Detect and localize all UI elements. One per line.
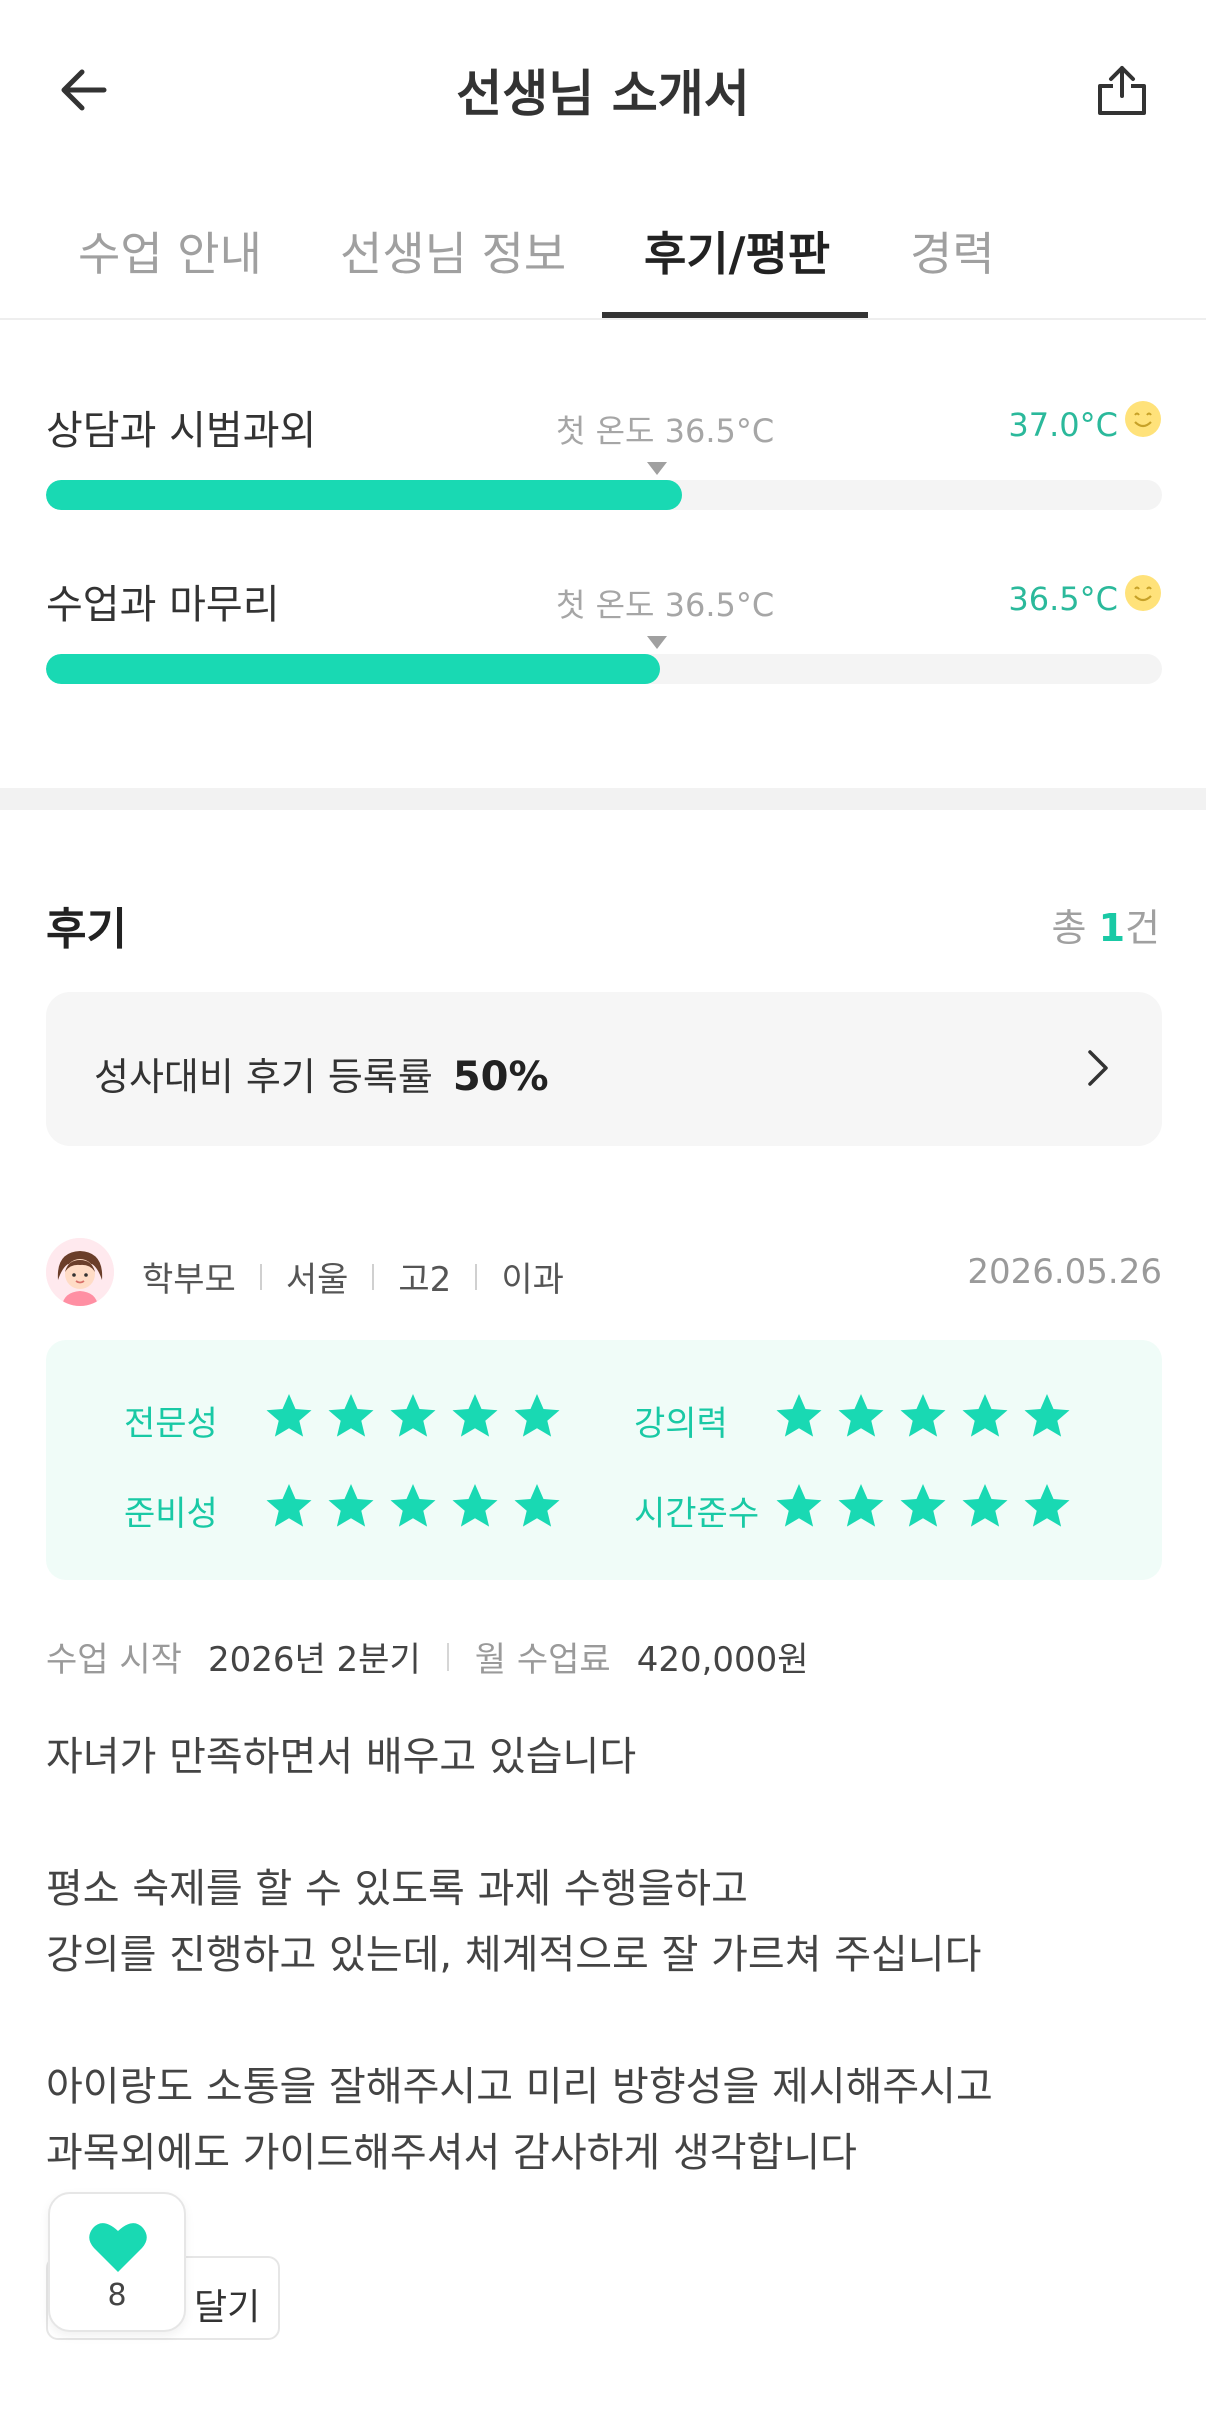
fee-label: 월 수업료 [474, 1640, 611, 1680]
comment-label: 달기 [194, 2287, 261, 2328]
rating-category: 시간준수 [634, 1494, 760, 1534]
review-date: 2026.05.26 [967, 1252, 1162, 1292]
student-track: 이과 [501, 1260, 564, 1300]
start-label: 수업 시작 [46, 1640, 182, 1680]
star-icon [838, 1484, 884, 1527]
divider [446, 1642, 449, 1671]
reviews-total-count: 총 1건 [1052, 897, 1160, 952]
star-icon [390, 1394, 436, 1437]
student-grade: 고2 [398, 1260, 452, 1300]
star-icon [266, 1394, 312, 1437]
like-button[interactable]: 8 [48, 2192, 186, 2332]
tab-class-info[interactable]: 수업 안내 [78, 218, 262, 318]
reviews-title: 후기 [46, 904, 127, 955]
star-icon [900, 1484, 946, 1527]
total-suffix: 건 [1125, 906, 1160, 950]
review-registration-rate-card[interactable]: 성사대비 후기 등록률 50% [46, 992, 1162, 1146]
star-rating [264, 1392, 562, 1440]
tab-teacher-info[interactable]: 선생님 정보 [340, 218, 566, 318]
smile-icon [1125, 575, 1161, 611]
star-icon [776, 1394, 822, 1437]
share-button[interactable] [1082, 50, 1162, 130]
fee-value: 420,000원 [636, 1640, 809, 1680]
registration-rate-value: 50% [452, 1054, 549, 1100]
tab-bar: 수업 안내 선생님 정보 후기/평판 경력 [0, 190, 1206, 320]
star-rating [774, 1482, 1072, 1530]
page-title: 선생님 소개서 [456, 65, 750, 123]
first-temperature-label: 첫 온도 36.5°C [556, 412, 775, 450]
star-icon [452, 1484, 498, 1527]
active-tab-indicator [602, 312, 868, 318]
review-author-meta: 학부모 서울 고2 이과 [142, 1252, 564, 1301]
temperature-value: 37.0°C [1008, 406, 1118, 444]
first-temperature-marker [647, 636, 667, 649]
rating-category: 강의력 [634, 1404, 728, 1444]
rating-category: 준비성 [124, 1494, 218, 1534]
temperature-value: 36.5°C [1008, 580, 1118, 618]
chevron-right-icon [1088, 1050, 1108, 1086]
star-rating [774, 1392, 1072, 1440]
rating-card: 전문성 강의력 준비성 시간준수 [46, 1340, 1162, 1580]
first-temperature-label: 첫 온도 36.5°C [556, 586, 775, 624]
review-line: 평소 숙제를 할 수 있도록 과제 수행을하고 [46, 1866, 748, 1912]
total-number: 1 [1098, 906, 1126, 950]
review-header: 학부모 서울 고2 이과 2026.05.26 [46, 1238, 1162, 1308]
review-text: 자녀가 만족하면서 배우고 있습니다 평소 숙제를 할 수 있도록 과제 수행을… [46, 1724, 1162, 2186]
author-role: 학부모 [142, 1260, 236, 1300]
heart-icon [89, 2223, 147, 2272]
review-line: 강의를 진행하고 있는데, 체계적으로 잘 가르쳐 주십니다 [46, 1932, 982, 1978]
avatar [46, 1238, 114, 1306]
star-rating [264, 1482, 562, 1530]
star-icon [776, 1484, 822, 1527]
star-icon [962, 1484, 1008, 1527]
temperature-bar-fill [46, 654, 660, 684]
smile-icon [1125, 401, 1161, 437]
registration-rate: 성사대비 후기 등록률 50% [94, 1046, 549, 1101]
share-icon [1098, 66, 1146, 115]
tab-career[interactable]: 경력 [910, 218, 995, 318]
star-icon [328, 1394, 374, 1437]
star-icon [838, 1394, 884, 1437]
author-region: 서울 [285, 1260, 349, 1300]
course-meta: 수업 시작 2026년 2분기 월 수업료 420,000원 [46, 1632, 809, 1681]
review-line: 아이랑도 소통을 잘해주시고 미리 방향성을 제시해주시고 [46, 2064, 993, 2110]
star-icon [390, 1484, 436, 1527]
tab-reviews[interactable]: 후기/평판 [644, 218, 830, 318]
star-icon [962, 1394, 1008, 1437]
divider [259, 1263, 262, 1290]
review-line: 자녀가 만족하면서 배우고 있습니다 [46, 1734, 637, 1780]
star-icon [900, 1394, 946, 1437]
review-line: 과목외에도 가이드해주셔서 감사하게 생각합니다 [46, 2130, 857, 2176]
parent-avatar-icon [46, 1238, 114, 1306]
temperature-row-lesson: 수업과 마무리 첫 온도 36.5°C 36.5°C [46, 572, 1162, 722]
star-icon [1024, 1394, 1070, 1437]
first-temperature-marker [647, 462, 667, 475]
like-count: 8 [107, 2278, 127, 2313]
temperature-bar [46, 654, 1162, 684]
temperature-bar [46, 480, 1162, 510]
temperature-bar-fill [46, 480, 683, 510]
divider [475, 1263, 478, 1290]
total-prefix: 총 [1051, 906, 1099, 950]
registration-rate-label: 성사대비 후기 등록률 [94, 1055, 433, 1099]
start-value: 2026년 2분기 [207, 1640, 421, 1680]
section-divider [0, 788, 1206, 810]
star-icon [328, 1484, 374, 1527]
star-icon [1024, 1484, 1070, 1527]
star-icon [514, 1484, 560, 1527]
app-header: 선생님 소개서 [0, 0, 1206, 170]
divider [372, 1263, 375, 1290]
temperature-label: 수업과 마무리 [46, 582, 280, 628]
star-icon [266, 1484, 312, 1527]
star-icon [452, 1394, 498, 1437]
temperature-label: 상담과 시범과외 [46, 408, 317, 454]
star-icon [514, 1394, 560, 1437]
temperature-row-consult: 상담과 시범과외 첫 온도 36.5°C 37.0°C [46, 398, 1162, 548]
rating-category: 전문성 [124, 1404, 218, 1444]
